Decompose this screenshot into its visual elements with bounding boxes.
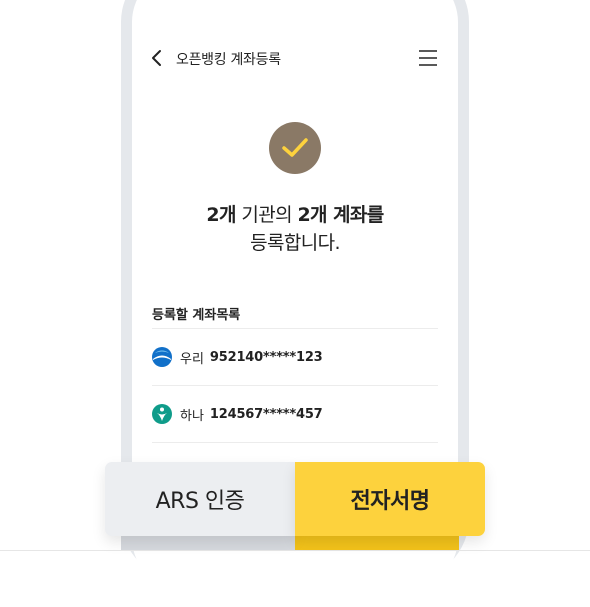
account-item-hana[interactable]: 하나 124567*****457 (152, 394, 438, 434)
divider (152, 442, 438, 443)
account-number: 952140*****123 (209, 349, 323, 365)
button-shadow-right (295, 536, 459, 550)
message-connector: 기관의 (235, 204, 298, 226)
divider (152, 328, 438, 329)
registration-message: 2개 기관의 2개 계좌를 등록합니다. (132, 201, 458, 257)
divider (152, 385, 438, 386)
baseline-divider (0, 550, 590, 551)
institution-count: 2개 (206, 204, 236, 226)
account-item-woori[interactable]: 우리 952140*****123 (152, 337, 438, 377)
back-arrow-icon[interactable] (150, 48, 164, 68)
digital-signature-button[interactable]: 전자서명 (295, 462, 485, 536)
page-title: 오픈뱅킹 계좌등록 (176, 52, 281, 68)
app-header: 오픈뱅킹 계좌등록 (132, 42, 458, 76)
bank-name: 하나 (180, 408, 204, 424)
success-check-icon (269, 122, 321, 174)
button-shadow-left (121, 536, 295, 550)
message-line-2: 등록합니다. (250, 232, 340, 254)
account-list-title: 등록할 계좌목록 (152, 308, 241, 323)
hamburger-menu-icon[interactable] (418, 48, 438, 68)
woori-bank-icon (152, 347, 172, 367)
bank-name: 우리 (180, 351, 204, 367)
ars-auth-button[interactable]: ARS 인증 (105, 462, 295, 536)
account-count: 2개 계좌를 (297, 204, 384, 226)
hana-bank-icon (152, 404, 172, 424)
account-number: 124567*****457 (209, 406, 323, 422)
